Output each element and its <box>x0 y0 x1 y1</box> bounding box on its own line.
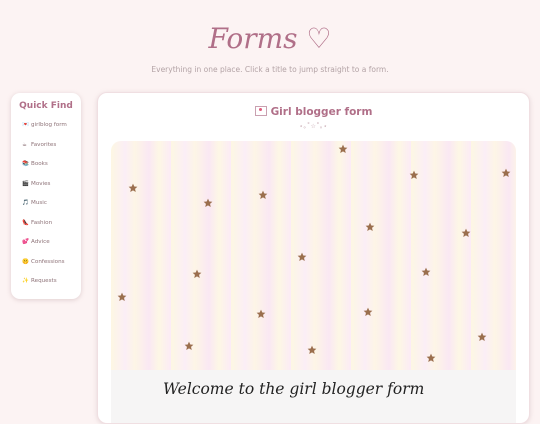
welcome-section: Welcome to the girl blogger form <box>111 370 516 423</box>
sidebar-item-movies[interactable]: 🎬 Movies <box>11 175 81 195</box>
star-icon <box>409 170 419 179</box>
sidebar-item-label: Books <box>31 161 48 167</box>
love-letter-icon: 💌 <box>22 122 29 128</box>
sidebar-item-label: Requests <box>31 278 57 284</box>
sidebar-item-music[interactable]: 🎵 Music <box>11 194 81 214</box>
envelope-icon <box>254 106 267 116</box>
star-icon <box>307 345 317 354</box>
page-title: Forms ♡ <box>208 22 332 55</box>
star-icon <box>184 341 194 350</box>
star-icon <box>461 228 471 237</box>
welcome-heading: Welcome to the girl blogger form <box>163 380 425 398</box>
star-icon <box>258 190 268 199</box>
form-panel: Girl blogger form ⋆｡˚☆˚｡⋆ Welcome to the… <box>97 92 530 424</box>
sparkle-divider: ⋆｡˚☆˚｡⋆ <box>299 123 328 130</box>
star-icon <box>128 183 138 192</box>
sidebar-item-confessions[interactable]: 🤫 Confessions <box>11 253 81 273</box>
form-title[interactable]: Girl blogger form <box>98 106 529 118</box>
quick-find-sidebar: Quick Find 💌 girlblog form ☕ Favorites 📚 Bo… <box>11 93 81 299</box>
page-subtitle: Everything in one place. Click a title t… <box>151 65 389 74</box>
star-icon <box>256 309 266 318</box>
sidebar-item-label: Music <box>31 200 47 206</box>
sidebar-item-label: Movies <box>31 180 51 187</box>
sidebar-item-books[interactable]: 📚 Books <box>11 155 81 175</box>
hearts-icon: 💕 <box>22 239 29 245</box>
star-icon <box>477 332 487 341</box>
sidebar-item-label: Advice <box>31 239 50 245</box>
star-icon <box>501 168 511 177</box>
form-title-text: Girl blogger form <box>270 106 373 118</box>
star-icon <box>426 353 436 362</box>
shushing-face-icon: 🤫 <box>22 258 29 265</box>
sidebar-item-label: Confessions <box>31 258 65 265</box>
sidebar-item-favorites[interactable]: ☕ Favorites <box>11 136 81 156</box>
star-icon <box>421 267 431 276</box>
sidebar-item-label: girlblog form <box>31 122 67 128</box>
clapperboard-icon: 🎬 <box>22 180 29 187</box>
star-banner <box>111 141 516 370</box>
high-heel-icon: 👠 <box>22 219 29 226</box>
star-icon <box>297 252 307 261</box>
books-icon: 📚 <box>22 161 29 167</box>
coffee-icon: ☕ <box>22 141 27 148</box>
star-icon <box>338 144 348 153</box>
star-icon <box>365 222 375 231</box>
sidebar-item-requests[interactable]: ✨ Requests <box>11 272 81 292</box>
star-icon <box>363 307 373 316</box>
sidebar-title: Quick Find <box>19 101 73 111</box>
star-icon <box>203 198 213 207</box>
sidebar-item-advice[interactable]: 💕 Advice <box>11 233 81 253</box>
star-icon <box>117 292 127 301</box>
sidebar-item-label: Fashion <box>31 219 53 226</box>
sidebar-item-label: Favorites <box>31 141 57 148</box>
sparkles-icon: ✨ <box>22 278 29 284</box>
star-icon <box>192 269 202 278</box>
sidebar-item-fashion[interactable]: 👠 Fashion <box>11 214 81 234</box>
sidebar-item-girlblog-form[interactable]: 💌 girlblog form <box>11 116 81 136</box>
music-note-icon: 🎵 <box>22 200 29 206</box>
